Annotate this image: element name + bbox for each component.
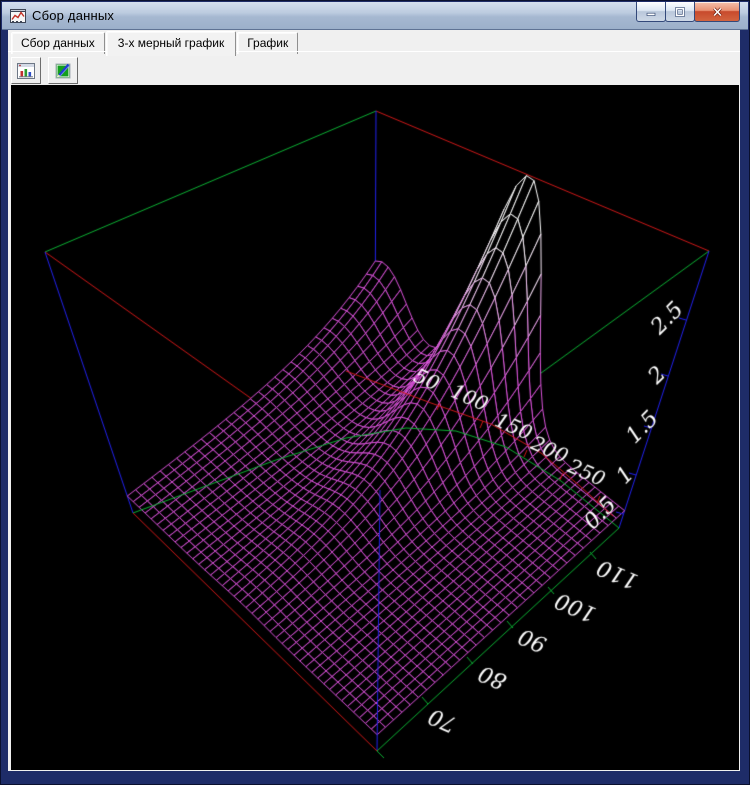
window-controls bbox=[637, 2, 740, 22]
client-area: Сбор данных 3-х мерный график График bbox=[8, 30, 740, 771]
tab-plot[interactable]: График bbox=[237, 32, 298, 54]
green-pencil-icon bbox=[55, 63, 72, 79]
tab-strip: Сбор данных 3-х мерный график График bbox=[8, 30, 740, 54]
tab-data-collection[interactable]: Сбор данных bbox=[11, 32, 105, 54]
title-bar[interactable]: Сбор данных bbox=[2, 2, 748, 30]
app-window: Сбор данных Сбор bbox=[0, 0, 750, 785]
maximize-icon bbox=[675, 7, 685, 17]
tab-3d-plot[interactable]: 3-х мерный график bbox=[106, 31, 236, 56]
close-button[interactable] bbox=[694, 2, 740, 22]
maximize-button[interactable] bbox=[665, 2, 695, 22]
edit-plot-button[interactable] bbox=[48, 57, 78, 84]
bar-chart-icon bbox=[17, 63, 35, 79]
plot-area bbox=[11, 85, 739, 770]
toolbar bbox=[8, 56, 740, 85]
minimize-icon bbox=[646, 7, 656, 17]
app-icon bbox=[10, 8, 26, 24]
surface-plot-canvas[interactable] bbox=[11, 85, 739, 770]
chart-settings-button[interactable] bbox=[11, 57, 41, 84]
minimize-button[interactable] bbox=[636, 2, 666, 22]
window-title: Сбор данных bbox=[32, 8, 114, 23]
close-icon bbox=[712, 7, 723, 17]
